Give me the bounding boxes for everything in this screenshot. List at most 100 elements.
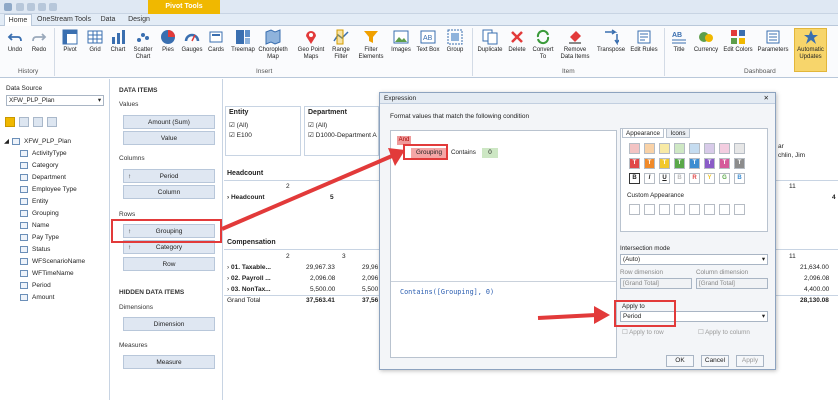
pivot-button[interactable]: Pivot [58, 29, 82, 54]
convert-to-button[interactable]: Convert To [530, 29, 556, 61]
columns-placeholder[interactable]: Column [123, 185, 215, 199]
field-item[interactable]: Name [20, 220, 49, 231]
field-item[interactable]: Entity [20, 196, 48, 207]
data-source-select[interactable]: XFW_PLP_Plan ▾ [6, 95, 104, 106]
cancel-button[interactable]: Cancel [701, 355, 729, 367]
swatch[interactable]: T [644, 158, 655, 169]
custom-swatch[interactable] [689, 204, 700, 215]
condition-value[interactable]: 0 [482, 148, 498, 158]
tab-design[interactable]: Design [124, 14, 154, 26]
cards-button[interactable]: Cards [206, 29, 226, 54]
swatch[interactable] [629, 143, 640, 154]
custom-swatch[interactable] [719, 204, 730, 215]
swatch[interactable]: B [674, 173, 685, 184]
swatch[interactable] [719, 143, 730, 154]
dimensions-placeholder[interactable]: Dimension [123, 317, 215, 331]
edit-colors-button[interactable]: Edit Colors [722, 29, 754, 54]
apply-button[interactable]: Apply [736, 355, 764, 367]
field-item[interactable]: Amount [20, 292, 54, 303]
columns-item-period[interactable]: ↑ Period [123, 169, 215, 183]
swatch[interactable]: B [734, 173, 745, 184]
range-filter-button[interactable]: Range Filter [328, 29, 354, 61]
swatch[interactable]: T [689, 158, 700, 169]
tree-view-icon[interactable] [5, 117, 15, 127]
comp-row-label[interactable]: › 02. Payroll ... [227, 274, 271, 284]
text-box-button[interactable]: AB Text Box [415, 29, 441, 54]
values-item-amount[interactable]: Amount (Sum) [123, 115, 215, 129]
group-button[interactable]: Group [444, 29, 466, 54]
comp-row-label[interactable]: › 01. Taxable... [227, 263, 271, 273]
swatch[interactable] [704, 143, 715, 154]
treemap-button[interactable]: Treemap [230, 29, 256, 54]
swatch[interactable]: G [719, 173, 730, 184]
custom-swatch[interactable] [644, 204, 655, 215]
department-filter-item[interactable]: ☑ (All) [308, 121, 327, 131]
field-item[interactable]: Pay Type [20, 232, 59, 243]
images-button[interactable]: Images [390, 29, 412, 54]
pies-button[interactable]: Pies [159, 29, 177, 54]
field-item[interactable]: Department [20, 172, 66, 183]
delete-button[interactable]: Delete [506, 29, 528, 54]
headcount-row-label[interactable]: › Headcount [227, 193, 265, 203]
qat-redo-icon[interactable] [38, 3, 46, 11]
automatic-updates-button[interactable]: Automatic Updates [794, 28, 827, 72]
swatch[interactable]: T [734, 158, 745, 169]
expression-text[interactable]: Contains([Grouping], 0) [400, 288, 494, 296]
custom-swatch[interactable] [734, 204, 745, 215]
intersection-mode-select[interactable]: (Auto) ▾ [620, 254, 768, 265]
apply-to-row-checkbox[interactable]: ☐ Apply to row [622, 329, 664, 336]
swatch[interactable]: R [689, 173, 700, 184]
condition-editor[interactable]: And Grouping Contains 0 Contains([Groupi… [390, 130, 617, 358]
tab-onestream-tools[interactable]: OneStream Tools [36, 14, 92, 26]
measures-placeholder[interactable]: Measure [123, 355, 215, 369]
title-button[interactable]: AB Title [668, 29, 690, 54]
qat-undo-icon[interactable] [27, 3, 35, 11]
refresh-icon[interactable] [47, 117, 57, 127]
entity-filter-item[interactable]: ☑ E100 [229, 131, 252, 141]
custom-swatch[interactable] [674, 204, 685, 215]
tab-data[interactable]: Data [96, 14, 120, 26]
filter-elements-button[interactable]: Filter Elements [356, 29, 386, 61]
swatch[interactable] [689, 143, 700, 154]
bold-icon[interactable]: B [629, 173, 640, 184]
department-filter-item[interactable]: ☑ D1000-Department A [308, 131, 377, 141]
geo-point-maps-button[interactable]: Geo Point Maps [296, 29, 326, 61]
field-item[interactable]: Category [20, 160, 58, 171]
transpose-button[interactable]: Transpose [596, 29, 626, 54]
condition-operator[interactable]: Contains [451, 148, 476, 158]
chart-button[interactable]: Chart [107, 29, 129, 54]
edit-rules-button[interactable]: Edit Rules [628, 29, 660, 54]
duplicate-button[interactable]: Duplicate [476, 29, 504, 54]
undo-button[interactable]: Undo [4, 29, 26, 54]
custom-swatch[interactable] [629, 204, 640, 215]
currency-button[interactable]: Currency [692, 29, 720, 54]
scatter-chart-button[interactable]: Scatter Chart [130, 29, 156, 61]
swatch[interactable]: T [719, 158, 730, 169]
values-placeholder[interactable]: Value [123, 131, 215, 145]
field-item[interactable]: Employee Type [20, 184, 77, 195]
group-fields-icon[interactable] [33, 117, 43, 127]
tab-icons[interactable]: Icons [666, 128, 690, 138]
column-dimension-select[interactable]: [Grand Total] [696, 278, 768, 289]
swatch[interactable] [734, 143, 745, 154]
field-item[interactable]: WFTimeName [20, 268, 74, 279]
close-icon[interactable]: ✕ [764, 93, 769, 104]
row-dimension-select[interactable]: [Grand Total] [620, 278, 692, 289]
field-item[interactable]: ActivityType [20, 148, 67, 159]
grid-button[interactable]: Grid [84, 29, 106, 54]
swatch[interactable] [659, 143, 670, 154]
rows-placeholder[interactable]: Row [123, 257, 215, 271]
custom-swatch[interactable] [704, 204, 715, 215]
comp-row-label[interactable]: › 03. NonTax... [227, 285, 271, 295]
apply-to-column-checkbox[interactable]: ☐ Apply to column [698, 329, 750, 336]
custom-swatch[interactable] [659, 204, 670, 215]
swatch[interactable]: T [629, 158, 640, 169]
qat-save-icon[interactable] [16, 3, 24, 11]
swatch[interactable]: T [659, 158, 670, 169]
tree-root[interactable]: ◢ XFW_PLP_Plan [4, 136, 71, 147]
tab-home[interactable]: Home [4, 14, 32, 26]
redo-button[interactable]: Redo [28, 29, 50, 54]
swatch[interactable] [674, 143, 685, 154]
field-item[interactable]: Period [20, 280, 51, 291]
italic-icon[interactable]: I [644, 173, 655, 184]
